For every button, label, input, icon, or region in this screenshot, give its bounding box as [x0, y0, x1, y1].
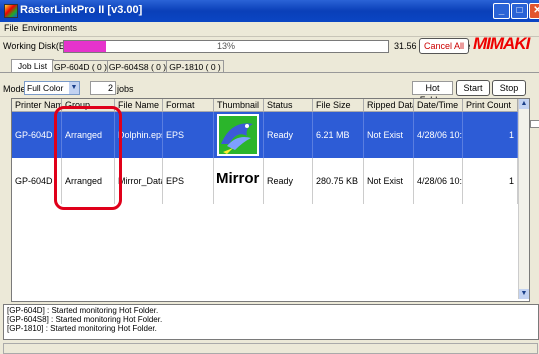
scroll-down-icon[interactable]: ▼: [519, 289, 529, 299]
cell-ripped-data: Not Exist: [364, 112, 414, 158]
menu-bar: File Environments: [0, 22, 539, 37]
panel-resize-handle[interactable]: [530, 120, 539, 128]
mirror-thumbnail-text: Mirror: [216, 170, 260, 187]
cell-format: EPS: [163, 158, 214, 204]
app-window: RasterLinkPro II [v3.00] _ □ ✕ File Envi…: [0, 0, 539, 354]
stop-button[interactable]: Stop: [492, 80, 526, 96]
table-scrollbar[interactable]: ▲ ▼: [518, 99, 529, 299]
disk-usage-percent: 13%: [216, 41, 235, 51]
cell-thumbnail: [214, 112, 264, 158]
disk-usage-bar: 13%: [63, 40, 389, 53]
cell-file-name: Dolphin.eps: [115, 112, 163, 158]
title-bar[interactable]: RasterLinkPro II [v3.00] _ □ ✕: [0, 0, 539, 22]
minimize-button[interactable]: _: [493, 3, 510, 19]
working-disk-label: Working Disk(E:): [3, 41, 71, 51]
cell-status: Ready: [264, 112, 313, 158]
status-bar: [3, 343, 538, 354]
cell-file-name: Mirror_Data...: [115, 158, 163, 204]
cell-thumbnail: Mirror: [214, 158, 264, 204]
cell-file-size: 6.21 MB: [313, 112, 364, 158]
app-logo-icon: [4, 4, 18, 18]
cell-status: Ready: [264, 158, 313, 204]
group-column-highlight: [54, 106, 122, 210]
log-panel: [GP-604D] : Started monitoring Hot Folde…: [3, 304, 539, 340]
jobs-count: 2: [90, 81, 116, 95]
window-title: RasterLinkPro II [v3.00]: [20, 4, 143, 16]
cell-date-time: 4/28/06 10:...: [414, 112, 463, 158]
close-button[interactable]: ✕: [529, 3, 539, 19]
column-thumbnail[interactable]: Thumbnail: [214, 99, 264, 111]
column-printer-name[interactable]: Printer Name: [12, 99, 62, 111]
mimaki-logo: MIMAKI: [473, 34, 530, 53]
log-line: [GP-604S8] : Started monitoring Hot Fold…: [7, 315, 163, 324]
log-line: [GP-604D] : Started monitoring Hot Folde…: [7, 306, 159, 315]
column-file-size[interactable]: File Size: [313, 99, 364, 111]
maximize-button[interactable]: □: [511, 3, 528, 19]
hot-folder-label: Hot Folder: [412, 81, 453, 105]
cancel-all-button[interactable]: Cancel All: [419, 38, 469, 54]
cell-file-size: 280.75 KB: [313, 158, 364, 204]
start-button[interactable]: Start: [456, 80, 490, 96]
cell-print-count: 1: [463, 112, 518, 158]
column-file-name[interactable]: File Name: [115, 99, 163, 111]
mode-select-value: Full Color: [27, 83, 64, 93]
tab-divider: [0, 72, 539, 73]
chevron-down-icon[interactable]: ▼: [69, 82, 79, 94]
column-print-count[interactable]: Print Count: [463, 99, 518, 111]
cell-ripped-data: Not Exist: [364, 158, 414, 204]
mode-select[interactable]: Full Color ▼: [24, 81, 80, 95]
jobs-label: jobs: [117, 84, 134, 94]
column-date-time[interactable]: Date/Time: [414, 99, 463, 111]
menu-environments[interactable]: Environments: [22, 23, 77, 33]
cell-print-count: 1: [463, 158, 518, 204]
cell-date-time: 4/28/06 10:...: [414, 158, 463, 204]
scroll-up-icon[interactable]: ▲: [519, 99, 529, 109]
cell-format: EPS: [163, 112, 214, 158]
log-line: [GP-1810] : Started monitoring Hot Folde…: [7, 324, 157, 333]
column-status[interactable]: Status: [264, 99, 313, 111]
menu-file[interactable]: File: [4, 23, 19, 33]
column-format[interactable]: Format: [163, 99, 214, 111]
dolphin-thumbnail-image: [217, 114, 259, 156]
column-ripped-data[interactable]: Ripped Data: [364, 99, 414, 111]
tab-job-list[interactable]: Job List: [11, 59, 54, 73]
mode-label: Mode: [3, 84, 26, 94]
right-panel-edge: [529, 90, 539, 300]
